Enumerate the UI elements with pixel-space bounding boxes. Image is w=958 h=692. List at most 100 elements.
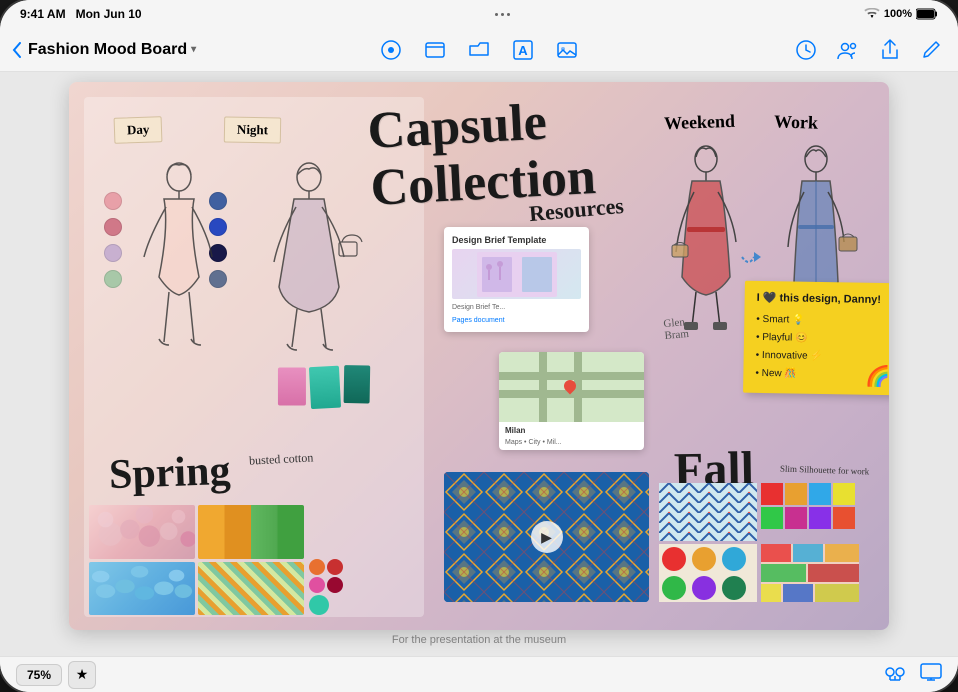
zoom-button[interactable]: 75% <box>16 664 62 686</box>
dot-1 <box>495 13 498 16</box>
work-label: Work <box>774 111 819 134</box>
toolbar-right <box>635 36 946 64</box>
bottom-bar: 75% ★ <box>0 656 958 692</box>
bookmark-button[interactable]: ★ <box>68 661 96 689</box>
flowers-swatch <box>89 505 195 559</box>
folder-tool-button[interactable] <box>465 36 493 64</box>
flowers-svg <box>89 505 195 559</box>
chevron-svg <box>659 483 757 541</box>
view-button[interactable] <box>920 662 942 687</box>
view-icon <box>920 662 942 682</box>
design-brief-card[interactable]: Design Brief Template <box>444 227 589 332</box>
sticky-item-2: • Playful 😊 <box>756 329 887 349</box>
ps-red <box>327 559 343 575</box>
shape-icon <box>380 39 402 61</box>
history-button[interactable] <box>792 36 820 64</box>
back-chevron-icon <box>12 42 22 58</box>
history-icon <box>795 39 817 61</box>
sticky-note: I 🖤 this design, Danny! • Smart 💡 • Play… <box>743 281 889 396</box>
bottom-right-patterns <box>659 483 859 602</box>
fabric-swatches <box>243 365 370 411</box>
dot-2 <box>501 13 504 16</box>
toolbar-center: A <box>323 36 634 64</box>
ps-teal-lg <box>309 595 329 615</box>
shape-tool-button[interactable] <box>377 36 405 64</box>
moroccan-pattern[interactable]: ▶ <box>444 472 649 602</box>
fabric-note: busted cotton <box>249 450 314 468</box>
document-title-text: Fashion Mood Board <box>28 41 187 59</box>
ps-orange <box>309 559 325 575</box>
window-icon <box>424 39 446 61</box>
swatch-dark-teal <box>344 365 371 403</box>
image-tool-button[interactable] <box>553 36 581 64</box>
edit-icon <box>921 39 943 61</box>
canvas-caption: For the presentation at the museum <box>392 634 566 646</box>
day-label: Day <box>114 116 163 144</box>
chevron-swatch <box>659 483 758 541</box>
objects-button[interactable] <box>884 662 906 687</box>
status-bar: 9:41 AM Mon Jun 10 100% <box>0 0 958 28</box>
capsule-line1: Capsule <box>366 94 548 160</box>
map-road-v1 <box>539 352 547 422</box>
swatch-teal <box>309 366 341 410</box>
color-grid-swatch <box>761 483 860 541</box>
back-button[interactable] <box>12 42 22 58</box>
map-road-h2 <box>499 372 644 380</box>
sticky-rainbow-icon: 🌈 <box>865 364 889 389</box>
spring-label: Spring <box>108 447 231 499</box>
sticky-note-title: I 🖤 this design, Danny! <box>757 291 888 308</box>
ipad-frame: 9:41 AM Mon Jun 10 100% <box>0 0 958 692</box>
play-button[interactable]: ▶ <box>531 521 563 553</box>
brief-thumbnail-svg <box>477 252 557 297</box>
toolbar-left: Fashion Mood Board ▾ <box>12 41 323 59</box>
fashion-sketches <box>104 147 404 377</box>
map-sublabel: Maps • City • Mil... <box>499 439 644 450</box>
status-time: 9:41 AM <box>20 7 66 21</box>
text-tool-button[interactable]: A <box>509 36 537 64</box>
bottom-right-icons <box>884 662 942 687</box>
candies-swatch <box>89 562 195 616</box>
candies-svg <box>89 562 195 616</box>
share-button[interactable] <box>876 36 904 64</box>
color-grid-svg <box>761 483 859 541</box>
wifi-icon <box>864 8 880 20</box>
artist-signature-1: GlenBram <box>663 316 689 342</box>
toolbar: Fashion Mood Board ▾ <box>0 28 958 72</box>
ipad-screen: 9:41 AM Mon Jun 10 100% <box>0 0 958 692</box>
main-content: Capsule Collection Day Night <box>0 72 958 656</box>
capsule-line2: Collection <box>369 148 597 217</box>
map-card[interactable]: Milan Maps • City • Mil... <box>499 352 644 450</box>
image-icon <box>556 39 578 61</box>
edit-button[interactable] <box>918 36 946 64</box>
title-chevron-icon: ▾ <box>191 44 196 55</box>
design-brief-thumbnail <box>452 249 581 299</box>
palette-swatches <box>309 559 349 615</box>
fabric-stripe-swatch <box>198 505 304 559</box>
design-brief-title: Design Brief Template <box>452 235 581 245</box>
ps-pink <box>309 577 325 593</box>
circles-svg <box>659 544 757 602</box>
battery-icon <box>916 8 938 20</box>
status-bar-left: 9:41 AM Mon Jun 10 <box>20 7 142 21</box>
sticky-item-1: • Smart 💡 <box>756 311 887 331</box>
folder-icon <box>468 39 490 61</box>
abstract-svg <box>761 544 859 602</box>
sketch-svg <box>104 147 404 377</box>
night-label: Night <box>224 117 282 144</box>
text-icon: A <box>512 39 534 61</box>
share-icon <box>879 39 901 61</box>
ps-maroon <box>327 577 343 593</box>
document-title-button[interactable]: Fashion Mood Board ▾ <box>28 41 196 59</box>
bottom-images <box>89 505 304 615</box>
svg-text:A: A <box>518 43 528 58</box>
abstract-swatch <box>761 544 860 602</box>
battery-label: 100% <box>884 8 912 20</box>
window-tool-button[interactable] <box>421 36 449 64</box>
mood-board-canvas[interactable]: Capsule Collection Day Night <box>69 82 889 630</box>
people-icon <box>837 39 859 61</box>
collaborate-button[interactable] <box>834 36 862 64</box>
dot-3 <box>507 13 510 16</box>
swatch-pink <box>278 368 306 406</box>
status-bar-center <box>495 13 510 16</box>
capsule-collection-title: Capsule Collection <box>366 91 597 217</box>
